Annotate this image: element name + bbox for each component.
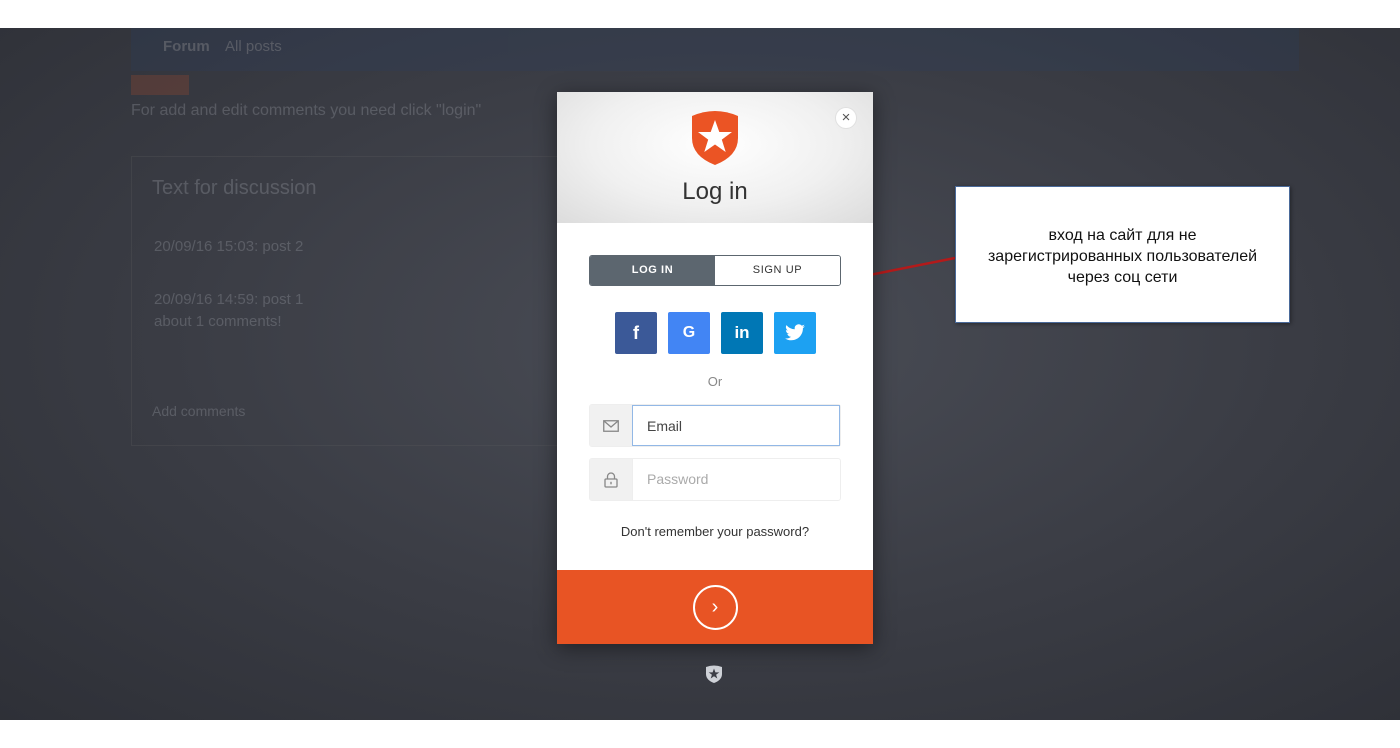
post-item: 20/09/16 14:59: post 1 about 1 comments!: [154, 289, 538, 334]
google-button[interactable]: G: [668, 312, 710, 354]
navbar-item: All posts: [225, 38, 282, 55]
submit-button[interactable]: ›: [557, 570, 873, 644]
post-item: 20/09/16 15:03: post 2: [154, 238, 304, 255]
email-field[interactable]: Email: [589, 404, 841, 447]
twitter-button[interactable]: [774, 312, 816, 354]
post-comments: about 1 comments!: [154, 313, 282, 330]
tab-sign-up[interactable]: SIGN UP: [715, 256, 840, 285]
lock-icon: [590, 459, 632, 500]
tab-log-in[interactable]: LOG IN: [590, 256, 715, 285]
login-note: For add and edit comments you need click…: [131, 102, 482, 119]
twitter-icon: [785, 324, 805, 341]
auth0-logo-icon: [692, 111, 738, 165]
forgot-password-link[interactable]: Don't remember your password?: [557, 524, 873, 539]
auth-tabs: LOG IN SIGN UP: [589, 255, 841, 286]
social-buttons: f G in: [615, 312, 816, 354]
login-modal: × Log in LOG IN SIGN UP f G in Or Email …: [557, 92, 873, 644]
or-divider: Or: [707, 374, 723, 389]
annotation-callout: вход на сайт для не зарегистрированных п…: [955, 186, 1290, 323]
callout-line: зарегистрированных пользователей: [987, 248, 1258, 265]
facebook-icon: f: [633, 322, 639, 343]
email-input[interactable]: Email: [632, 405, 840, 446]
password-input[interactable]: Password: [632, 459, 840, 500]
callout-line: через соц сети: [1067, 269, 1178, 286]
post-title: 20/09/16 14:59: post 1: [154, 290, 304, 308]
arrow-right-icon: ›: [692, 584, 738, 630]
status-badge: [131, 75, 189, 95]
navbar-brand: Forum: [163, 38, 210, 55]
callout-line: вход на сайт для не: [1048, 227, 1197, 244]
auth0-badge-icon[interactable]: [704, 664, 724, 684]
close-button[interactable]: ×: [835, 107, 857, 129]
panel-heading: Text for discussion: [152, 177, 317, 199]
password-field[interactable]: Password: [589, 458, 841, 501]
modal-title: Log in: [682, 178, 748, 205]
envelope-icon: [590, 405, 632, 446]
linkedin-button[interactable]: in: [721, 312, 763, 354]
google-icon: G: [682, 324, 696, 341]
add-comments-link: Add comments: [152, 403, 246, 419]
page-backdrop: Forum All posts For add and edit comment…: [0, 28, 1400, 720]
navbar: Forum All posts: [131, 28, 1299, 71]
facebook-button[interactable]: f: [615, 312, 657, 354]
modal-header: × Log in: [557, 92, 873, 223]
linkedin-icon: in: [734, 323, 750, 342]
